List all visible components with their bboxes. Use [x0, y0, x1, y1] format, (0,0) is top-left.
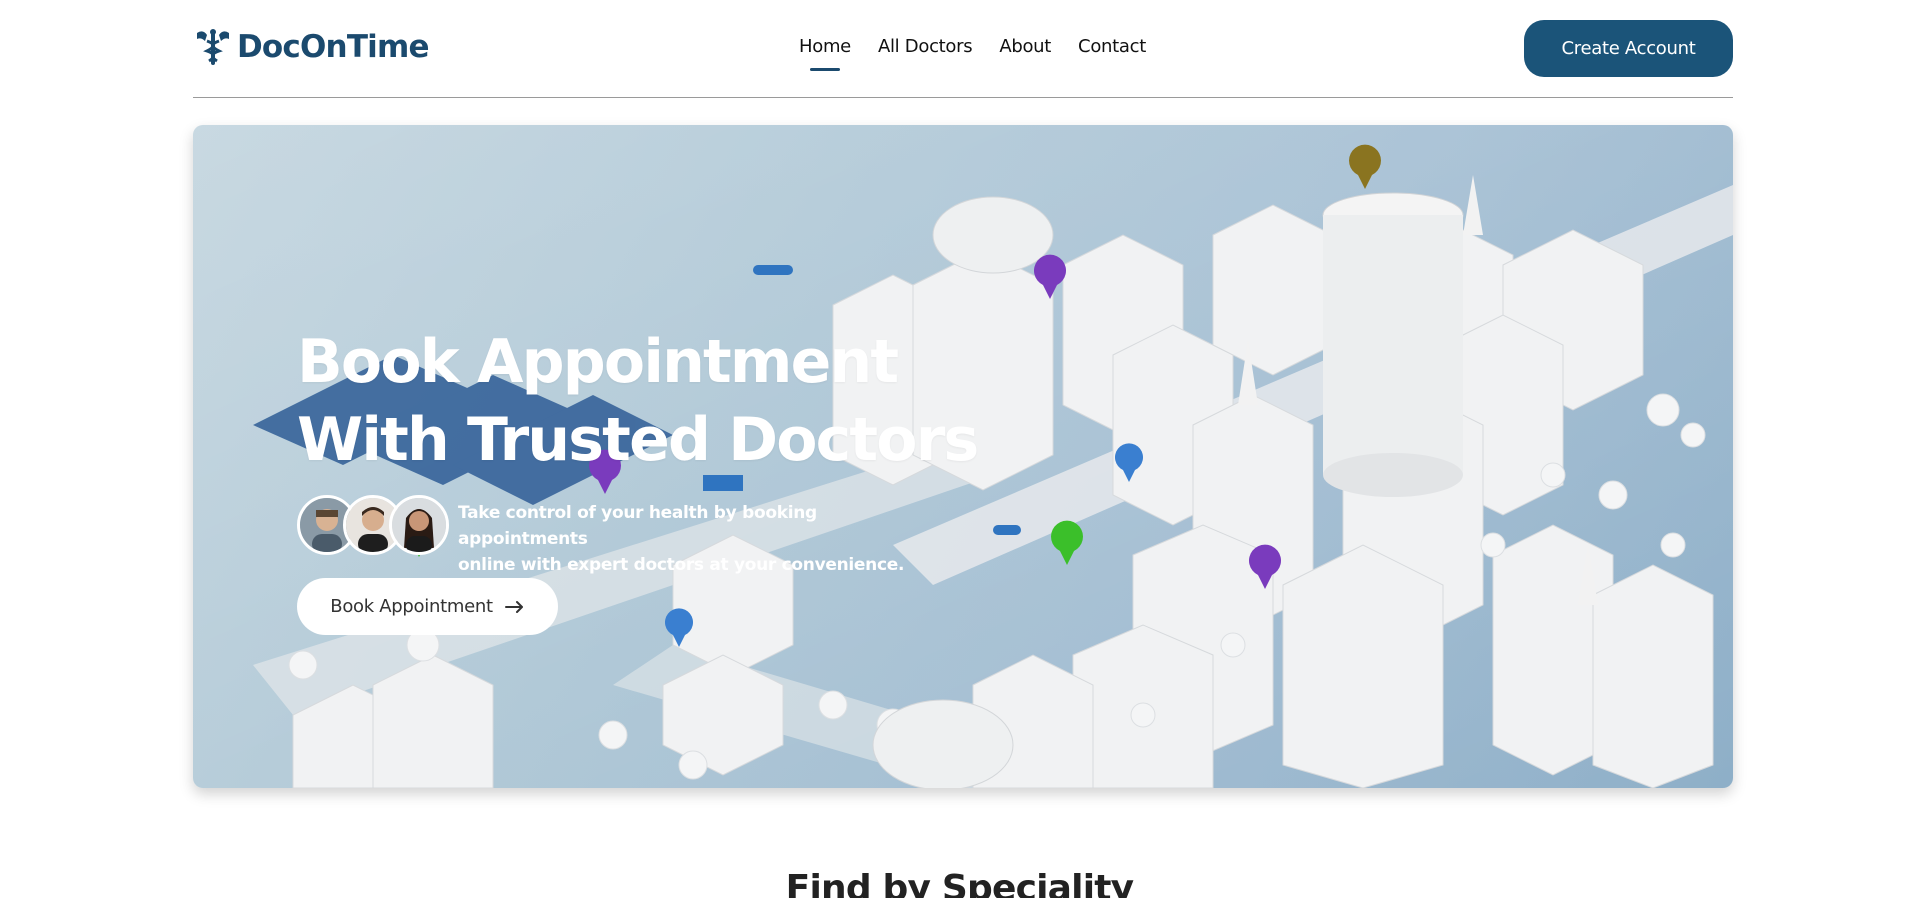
hero-title-line-1: Book Appointment: [297, 327, 899, 397]
hero-title: Book Appointment With Trusted Doctors: [297, 323, 979, 479]
hero-subtitle-line-1: Take control of your health by booking a…: [458, 503, 817, 549]
nav-about[interactable]: About: [999, 36, 1051, 57]
nav-contact[interactable]: Contact: [1078, 36, 1146, 57]
avatar: [389, 495, 449, 555]
arrow-right-icon: [504, 600, 523, 613]
navbar: DocOnTime Home All Doctors About Contact…: [193, 0, 1733, 98]
hero-title-line-2: With Trusted Doctors: [297, 405, 979, 475]
hero-subtitle-line-2: online with expert doctors at your conve…: [458, 555, 905, 575]
hero-banner: Book Appointment With Trusted Doctors Ta…: [193, 125, 1733, 788]
logo[interactable]: DocOnTime: [193, 26, 430, 68]
nav-home[interactable]: Home: [799, 36, 851, 57]
book-appointment-button[interactable]: Book Appointment: [297, 578, 558, 635]
speciality-section-title: Find by Speciality: [785, 868, 1134, 898]
nav-all-doctors[interactable]: All Doctors: [878, 36, 973, 57]
brand-name: DocOnTime: [237, 29, 430, 65]
hero-subtitle: Take control of your health by booking a…: [458, 500, 928, 578]
doctor-avatar-group: [297, 495, 449, 555]
caduceus-logo-icon: [197, 29, 229, 65]
book-appointment-label: Book Appointment: [330, 596, 493, 617]
main-nav: Home All Doctors About Contact: [799, 36, 1146, 57]
create-account-button[interactable]: Create Account: [1524, 20, 1733, 77]
